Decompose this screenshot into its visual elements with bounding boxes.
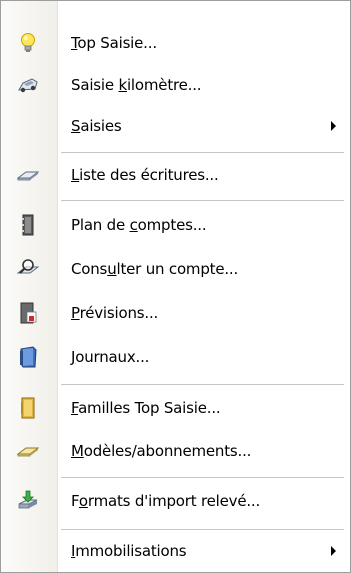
menu-item-saisie-kilometre[interactable]: Saisie kilomètre... [1,67,350,103]
menu-item-journaux[interactable]: Journaux... [1,339,350,375]
menu-item-label: Saisie kilomètre... [71,76,202,94]
menu-item-plan-comptes[interactable]: Plan de comptes... [1,207,350,243]
menu-item-label: Journaux... [71,348,150,366]
forecast-book-icon [20,302,37,324]
menu-item-label: Formats d'import relevé... [71,492,261,510]
menu-item-formats-import-releve[interactable]: Formats d'import relevé... [1,483,350,519]
open-book-icon [17,171,39,181]
menu-item-saisies[interactable]: Saisies [1,108,350,144]
folder-book-icon [21,397,35,419]
submenu-arrow-icon [331,121,336,131]
menu-item-label: Liste des écritures... [71,166,219,184]
menu-item-familles-top-saisie[interactable]: Familles Top Saisie... [1,390,350,426]
menu-item-label: Prévisions... [71,304,159,322]
menu-item-immobilisations[interactable]: Immobilisations [1,533,350,569]
import-arrow-icon [18,490,38,509]
menu-item-label: Consulter un compte... [71,260,239,278]
lightbulb-icon [21,33,35,52]
menu-item-label: Plan de comptes... [71,216,207,234]
journal-book-icon [20,346,37,368]
separator [61,384,344,385]
car-icon [18,78,38,93]
menu-item-top-saisie[interactable]: Top Saisie... [1,25,350,61]
menu-item-label: Saisies [71,117,122,135]
menu-item-label: Top Saisie... [71,34,157,52]
template-book-icon [17,447,39,457]
separator [61,477,344,478]
menu-item-previsions[interactable]: Prévisions... [1,295,350,331]
magnify-book-icon [17,259,39,274]
menu-item-label: Immobilisations [71,542,187,560]
menu-item-consulter-compte[interactable]: Consulter un compte... [1,251,350,287]
menu-item-label: Familles Top Saisie... [71,399,221,417]
menu-item-label: Modèles/abonnements... [71,442,252,460]
notebook-icon [22,214,34,236]
context-menu: Top Saisie... Saisie kilomètre... Saisie… [0,0,351,573]
menu-item-liste-ecritures[interactable]: Liste des écritures... [1,157,350,193]
separator [61,152,344,153]
menu-item-modeles-abonnements[interactable]: Modèles/abonnements... [1,433,350,469]
separator [61,200,344,201]
submenu-arrow-icon [331,546,336,556]
separator [61,529,344,530]
